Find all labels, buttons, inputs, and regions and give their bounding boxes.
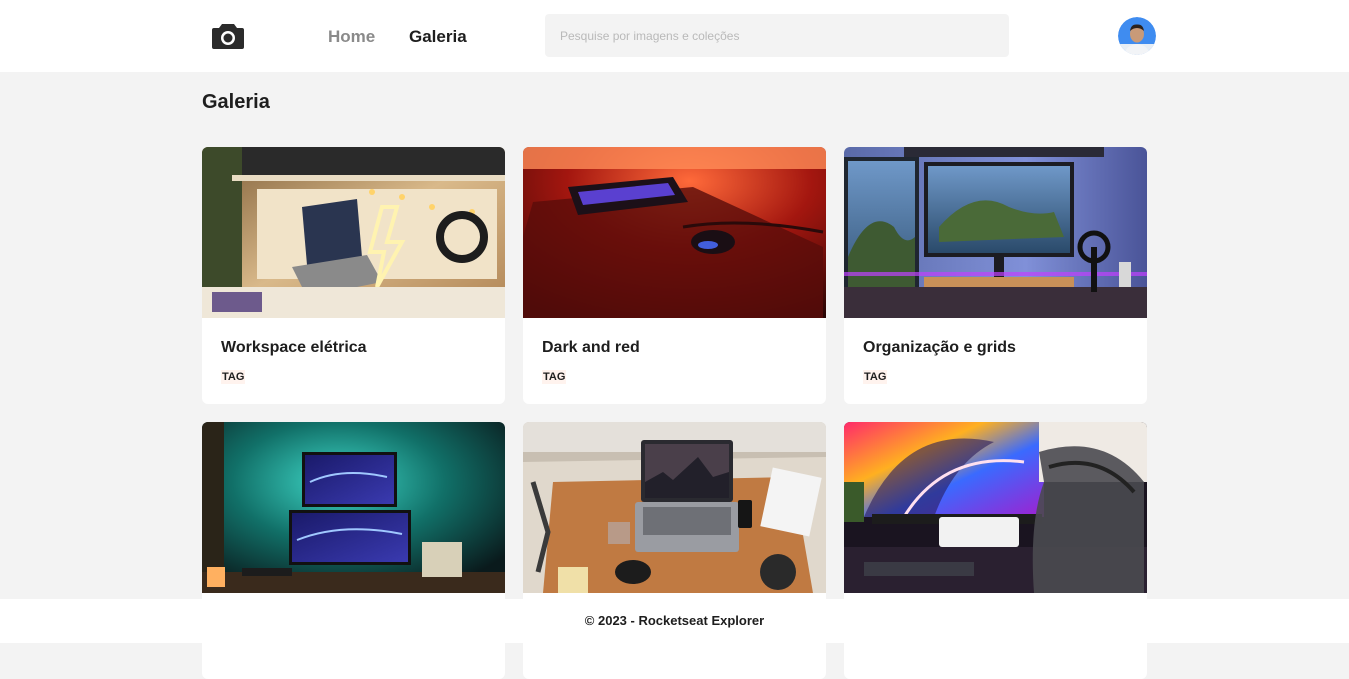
card-image xyxy=(202,147,505,318)
card-image xyxy=(523,147,826,318)
search-input[interactable] xyxy=(545,14,1009,57)
card-tag: TAG xyxy=(863,370,888,384)
card-tag: TAG xyxy=(542,370,567,384)
footer-text: © 2023 - Rocketseat Explorer xyxy=(584,613,765,628)
card-image xyxy=(523,422,826,593)
nav-gallery-link[interactable]: Galeria xyxy=(409,27,467,47)
card-image xyxy=(202,422,505,593)
card-title: Dark and red xyxy=(542,339,640,356)
card-title: Organização e grids xyxy=(863,339,1016,356)
gallery-card[interactable]: Workspace elétrica TAG xyxy=(202,147,505,404)
card-image xyxy=(844,147,1147,318)
card-tag: TAG xyxy=(221,370,246,384)
card-image xyxy=(844,422,1147,593)
page-footer: © 2023 - Rocketseat Explorer xyxy=(0,599,1349,643)
card-title: Workspace elétrica xyxy=(221,339,367,356)
page-title: Galeria xyxy=(202,91,270,113)
camera-icon[interactable] xyxy=(211,22,245,50)
gallery-card[interactable]: Organização e grids TAG xyxy=(844,147,1147,404)
nav-home-link[interactable]: Home xyxy=(328,27,375,47)
top-header: Home Galeria xyxy=(0,0,1349,72)
user-avatar[interactable] xyxy=(1118,17,1156,55)
gallery-card[interactable]: Dark and red TAG xyxy=(523,147,826,404)
avatar-image xyxy=(1118,17,1156,55)
